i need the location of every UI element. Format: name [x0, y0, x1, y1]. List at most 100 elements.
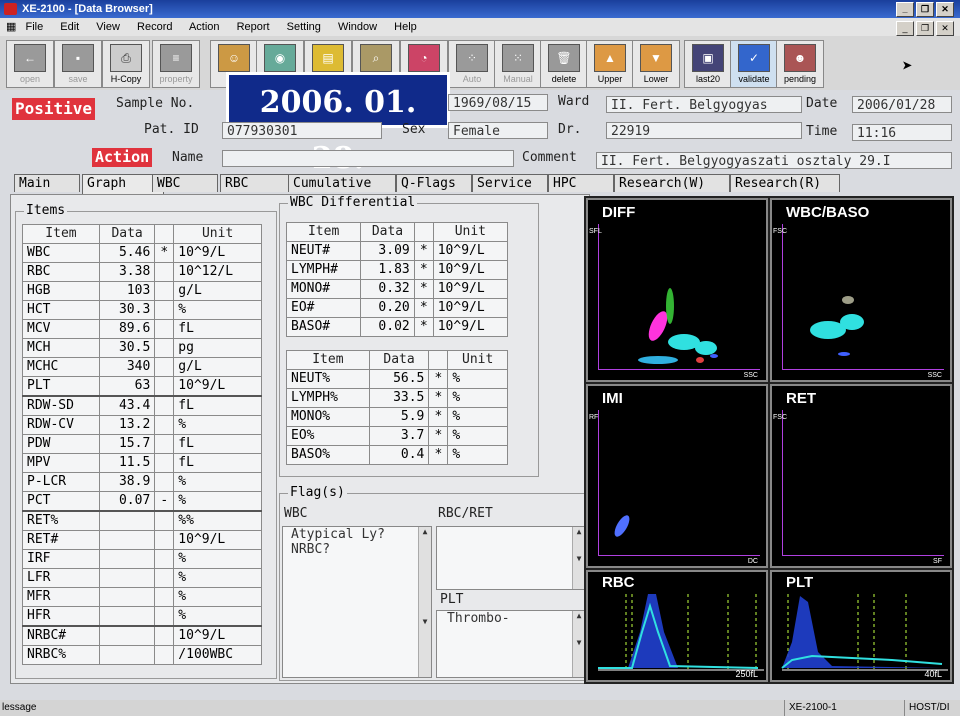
name-field[interactable]: [222, 150, 514, 167]
item-value: [98, 549, 156, 569]
table-row[interactable]: IRF%: [22, 549, 262, 569]
auto-button[interactable]: ⁘ Auto: [448, 40, 496, 88]
pending-button[interactable]: ☻ pending: [776, 40, 824, 88]
item-flag: [154, 625, 175, 646]
tab-wbc[interactable]: WBC: [152, 174, 218, 192]
table-row[interactable]: MCH 30.5 pg: [22, 338, 262, 358]
tab-hpc[interactable]: HPC: [548, 174, 614, 192]
table-row[interactable]: RDW-SD 43.4 fL: [22, 395, 262, 416]
item-value: [98, 568, 156, 588]
tab-research-w[interactable]: Research(W): [614, 174, 730, 192]
table-row[interactable]: RET# 10^9/L: [22, 530, 262, 550]
menu-file[interactable]: File: [25, 21, 43, 33]
item-flag: [154, 415, 175, 435]
wbc-flags-scrollbar[interactable]: ▲ ▼: [418, 527, 431, 677]
lower-button[interactable]: ▼ Lower: [632, 40, 680, 88]
table-row[interactable]: BASO% 0.4 *%: [286, 445, 508, 465]
close-button[interactable]: ✕: [936, 2, 954, 17]
table-row[interactable]: LYMPH# 1.83 * 10^9/L: [285, 260, 509, 280]
dr-field[interactable]: 22919: [606, 122, 802, 139]
menu-setting[interactable]: Setting: [287, 21, 321, 33]
table-row[interactable]: HCT 30.3%: [22, 300, 262, 320]
child-minimize-button[interactable]: _: [896, 21, 914, 36]
item-flag: [154, 300, 175, 320]
manual-button[interactable]: ⁙ Manual: [494, 40, 542, 88]
plt-histogram[interactable]: PLT 40fL: [770, 570, 952, 682]
imi-scattergram[interactable]: IMI RF DC: [586, 384, 768, 568]
table-row[interactable]: RBC 3.38 10^12/L: [22, 262, 262, 282]
table-row[interactable]: RDW-CV 13.2%: [22, 415, 262, 435]
table-row[interactable]: LYMPH% 33.5 *%: [286, 388, 508, 408]
table-row[interactable]: BASO# 0.02 * 10^9/L: [285, 317, 509, 337]
tab-main[interactable]: Main: [14, 174, 80, 192]
table-row[interactable]: NEUT# 3.09 * 10^9/L: [285, 241, 509, 261]
minimize-button[interactable]: _: [896, 2, 914, 17]
table-row[interactable]: EO% 3.7 *%: [286, 426, 508, 446]
upper-button[interactable]: ▲ Upper: [586, 40, 634, 88]
menu-help[interactable]: Help: [394, 21, 417, 33]
property-button[interactable]: ≡ property: [152, 40, 200, 88]
delete-button[interactable]: 🗑 delete: [540, 40, 588, 88]
table-row[interactable]: MONO# 0.32 * 10^9/L: [285, 279, 509, 299]
ward-field[interactable]: II. Fert. Belgyogyas: [606, 96, 802, 113]
wbc-baso-scattergram[interactable]: WBC/BASO FSC SSC: [770, 198, 952, 382]
table-row[interactable]: HGB 103 g/L: [22, 281, 262, 301]
child-restore-button[interactable]: ❐: [916, 21, 934, 36]
table-row[interactable]: MPV 11.5 fL: [22, 453, 262, 473]
table-row[interactable]: MFR%: [22, 587, 262, 607]
table-row[interactable]: RET%%%: [22, 510, 262, 531]
flags-group: Flag(s) WBC Atypical Ly? NRBC? ▲ ▼ RBC/RE…: [279, 485, 587, 681]
date-field[interactable]: 2006/01/28: [852, 96, 952, 113]
tab-service[interactable]: Service: [472, 174, 548, 192]
table-row[interactable]: NRBC# 10^9/L: [22, 625, 262, 646]
plt-flags-list[interactable]: Thrombo- ▲ ▼: [436, 610, 586, 678]
diff-scattergram[interactable]: DIFF SFL SSC: [586, 198, 768, 382]
menu-record[interactable]: Record: [137, 21, 172, 33]
table-row[interactable]: PLT 63 10^9/L: [22, 376, 262, 397]
hcopy-button[interactable]: ⎙ H-Copy: [102, 40, 150, 88]
validate-button[interactable]: ✓ validate: [730, 40, 778, 88]
sex-field[interactable]: Female: [448, 122, 548, 139]
tab-q-flags[interactable]: Q-Flags: [396, 174, 472, 192]
table-row[interactable]: NEUT% 56.5 *%: [286, 369, 508, 389]
table-row[interactable]: WBC 5.46 * 10^9/L: [22, 243, 262, 263]
table-row[interactable]: PDW 15.7 fL: [22, 434, 262, 454]
table-row[interactable]: PCT 0.07-%: [22, 491, 262, 512]
table-row[interactable]: LFR%: [22, 568, 262, 588]
tab-research-r[interactable]: Research(R): [730, 174, 840, 192]
table-row[interactable]: MCHC 340 g/L: [22, 357, 262, 377]
restore-button[interactable]: ❐: [916, 2, 934, 17]
ret-scattergram[interactable]: RET FSC SF: [770, 384, 952, 568]
table-row[interactable]: EO# 0.20 * 10^9/L: [285, 298, 509, 318]
menu-window[interactable]: Window: [338, 21, 377, 33]
menu-edit[interactable]: Edit: [60, 21, 79, 33]
last20-button[interactable]: ▣ last20: [684, 40, 732, 88]
item-value: 0.02: [360, 317, 415, 337]
open-button[interactable]: ← open: [6, 40, 54, 88]
tab-rbc[interactable]: RBC: [220, 174, 290, 192]
table-row[interactable]: HFR%: [22, 606, 262, 627]
name-label: Name: [172, 150, 204, 165]
time-field[interactable]: 11:16: [852, 124, 952, 141]
rbc-histogram[interactable]: RBC 250fL: [586, 570, 768, 682]
ret-x-axis-label: SF: [933, 558, 942, 565]
menu-action[interactable]: Action: [189, 21, 220, 33]
table-row[interactable]: MCV 89.6 fL: [22, 319, 262, 339]
child-close-button[interactable]: ✕: [936, 21, 954, 36]
menu-report[interactable]: Report: [237, 21, 270, 33]
table-row[interactable]: NRBC% /100WBC: [22, 645, 262, 665]
table-row[interactable]: P-LCR 38.9%: [22, 472, 262, 492]
wbc-flags-list[interactable]: Atypical Ly? NRBC? ▲ ▼: [282, 526, 432, 678]
tab-cumulative[interactable]: Cumulative: [288, 174, 396, 192]
rbc-ret-flags-list[interactable]: ▲ ▼: [436, 526, 586, 590]
property-icon: ≡: [160, 44, 192, 72]
comment-field[interactable]: II. Fert. Belgyogyaszati osztaly 29.I: [596, 152, 952, 169]
col-unit: Unit: [447, 350, 508, 370]
menu-view[interactable]: View: [96, 21, 120, 33]
item-unit: fL: [173, 434, 262, 454]
item-name: RDW-SD: [22, 395, 100, 416]
pat-id-field[interactable]: 077930301: [222, 122, 382, 139]
save-button[interactable]: ▪ save: [54, 40, 102, 88]
birth-date-field[interactable]: 1969/08/15: [448, 94, 548, 111]
table-row[interactable]: MONO% 5.9 *%: [286, 407, 508, 427]
